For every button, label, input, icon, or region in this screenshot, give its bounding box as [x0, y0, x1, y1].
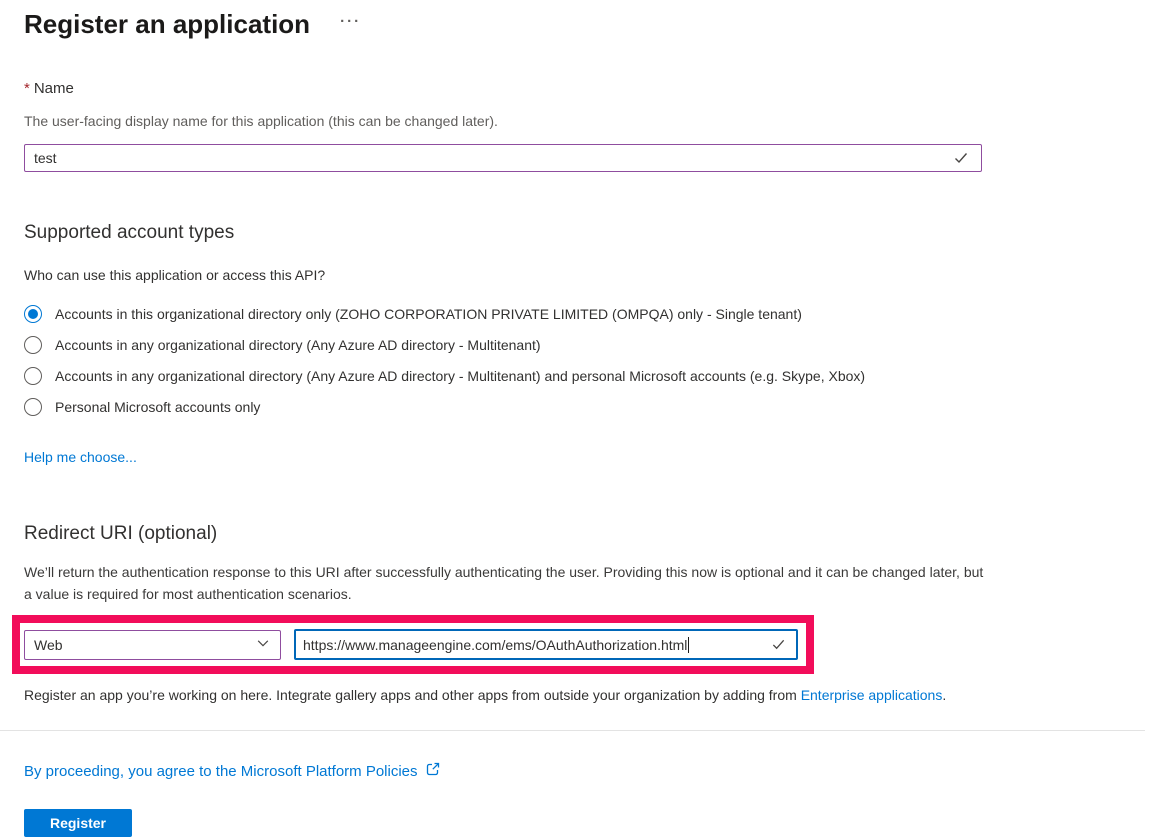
radio-option-label[interactable]: Accounts in any organizational directory… [55, 337, 541, 353]
policy-link-text: By proceeding, you agree to the Microsof… [24, 762, 418, 780]
radio-option-personal-only[interactable]: Personal Microsoft accounts only [24, 391, 1126, 422]
supported-account-types-heading: Supported account types [24, 222, 235, 243]
radio-button-icon[interactable] [24, 366, 42, 385]
radio-option-single-tenant[interactable]: Accounts in this organizational director… [24, 298, 1126, 329]
more-options-icon[interactable]: ··· [340, 13, 361, 30]
page-title: Register an application [24, 9, 311, 39]
help-me-choose-link[interactable]: Help me choose... [24, 449, 137, 465]
radio-option-multitenant[interactable]: Accounts in any organizational directory… [24, 329, 1126, 360]
redirect-uri-value: https://www.manageengine.com/ems/OAuthAu… [303, 636, 688, 653]
external-link-icon [425, 761, 441, 781]
register-note: Register an app you’re working on here. … [24, 687, 1126, 703]
redirect-uri-heading: Redirect URI (optional) [24, 523, 218, 544]
required-asterisk: * [24, 80, 30, 97]
chevron-down-icon [256, 636, 270, 653]
redirect-uri-input[interactable]: https://www.manageengine.com/ems/OAuthAu… [294, 629, 798, 660]
radio-button-icon[interactable] [24, 335, 42, 354]
platform-policies-link[interactable]: By proceeding, you agree to the Microsof… [24, 761, 441, 781]
radio-button-icon[interactable] [24, 397, 42, 416]
name-input[interactable]: test [24, 144, 982, 172]
footer-divider [0, 730, 1145, 731]
note-period: . [942, 687, 947, 703]
platform-selected-value: Web [34, 636, 63, 653]
checkmark-icon [953, 150, 969, 166]
annotation-highlight-box: Web https://www.manageengine.com/ems/OAu… [12, 615, 814, 674]
page-header: Register an application ··· [24, 6, 1126, 42]
checkmark-icon [771, 637, 786, 652]
register-application-page: Register an application ··· * Name The us… [0, 6, 1150, 837]
radio-option-label[interactable]: Accounts in any organizational directory… [55, 368, 865, 384]
name-input-value: test [34, 150, 57, 166]
radio-option-label[interactable]: Accounts in this organizational director… [55, 306, 802, 322]
name-label-text: Name [33, 80, 74, 97]
redirect-uri-description: We’ll return the authentication response… [24, 564, 984, 602]
name-field-label: * Name [24, 80, 1126, 97]
account-type-radio-group: Accounts in this organizational director… [24, 298, 1126, 422]
radio-option-label[interactable]: Personal Microsoft accounts only [55, 399, 260, 415]
note-text: Register an app you’re working on here. … [24, 687, 801, 703]
enterprise-applications-link[interactable]: Enterprise applications [801, 687, 943, 703]
text-caret [688, 636, 690, 653]
register-button[interactable]: Register [24, 809, 132, 837]
radio-button-icon[interactable] [24, 304, 42, 323]
radio-option-multitenant-personal[interactable]: Accounts in any organizational directory… [24, 360, 1126, 391]
name-field-description: The user-facing display name for this ap… [24, 113, 498, 129]
platform-select-dropdown[interactable]: Web [24, 629, 281, 660]
account-types-question: Who can use this application or access t… [24, 267, 326, 283]
